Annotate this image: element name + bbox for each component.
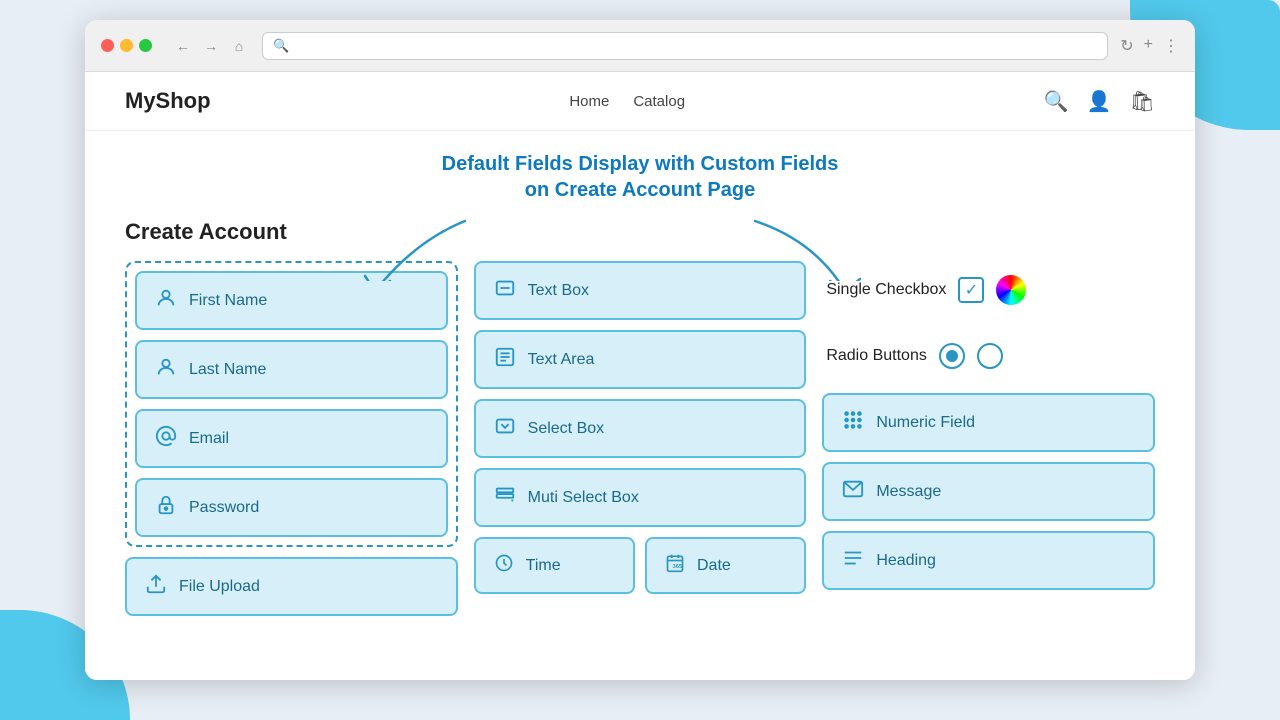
form-grid: First Name Last Name — [125, 261, 1155, 616]
cart-icon[interactable]: 🛍 — [1130, 89, 1155, 114]
text-area-field[interactable]: Text Area — [474, 330, 807, 389]
traffic-lights — [101, 39, 152, 52]
multiselect-icon — [494, 484, 516, 511]
email-field[interactable]: Email — [135, 409, 448, 468]
person-outline-icon — [155, 356, 177, 383]
nav-home[interactable]: Home — [569, 93, 609, 110]
col3-special-fields: Single Checkbox ✓ Radio Buttons — [822, 261, 1155, 590]
checkbox-icon[interactable]: ✓ — [958, 277, 984, 303]
numeric-field[interactable]: Numeric Field — [822, 393, 1155, 452]
lock-icon — [155, 494, 177, 521]
text-box-field[interactable]: Text Box — [474, 261, 807, 320]
password-field[interactable]: Password — [135, 478, 448, 537]
multi-select-field[interactable]: Muti Select Box — [474, 468, 807, 527]
default-fields-group: First Name Last Name — [125, 261, 458, 547]
browser-actions: ↻ + ⋮ — [1120, 36, 1179, 56]
minimize-button[interactable] — [120, 39, 133, 52]
person-icon — [155, 287, 177, 314]
forward-button[interactable]: → — [200, 35, 222, 57]
last-name-field[interactable]: Last Name — [135, 340, 448, 399]
main-area: Default Fields Display with Custom Field… — [85, 131, 1195, 646]
shop-icons: 🔍 👤 🛍 — [1044, 89, 1155, 114]
menu-icon[interactable]: ⋮ — [1163, 36, 1179, 56]
grid-icon — [842, 409, 864, 436]
time-date-row: Time — [474, 537, 807, 594]
shop-nav-links: Home Catalog — [569, 93, 685, 110]
heading-field[interactable]: Heading — [822, 531, 1155, 590]
address-bar[interactable]: 🔍 — [262, 32, 1108, 60]
calendar-icon: 365 — [665, 553, 685, 578]
single-checkbox-label: Single Checkbox — [826, 281, 946, 299]
browser-nav: ← → ⌂ — [172, 35, 250, 57]
col2-custom-fields: Text Box — [474, 261, 807, 594]
maximize-button[interactable] — [139, 39, 152, 52]
lines-icon — [842, 547, 864, 574]
radio-buttons-row: Radio Buttons — [822, 329, 1155, 383]
date-field[interactable]: 365 Date — [645, 537, 806, 594]
back-button[interactable]: ← — [172, 35, 194, 57]
text-icon — [494, 277, 516, 304]
at-icon — [155, 425, 177, 452]
nav-catalog[interactable]: Catalog — [633, 93, 685, 110]
upload-icon — [145, 573, 167, 600]
time-field[interactable]: Time — [474, 537, 635, 594]
svg-text:365: 365 — [673, 564, 683, 570]
message-field[interactable]: Message — [822, 462, 1155, 521]
color-wheel-icon — [996, 275, 1026, 305]
shop-navbar: MyShop Home Catalog 🔍 👤 🛍 — [85, 72, 1195, 131]
page-content: MyShop Home Catalog 🔍 👤 🛍 — [85, 72, 1195, 680]
close-button[interactable] — [101, 39, 114, 52]
select-icon — [494, 415, 516, 442]
user-icon[interactable]: 👤 — [1087, 89, 1112, 114]
textarea-icon — [494, 346, 516, 373]
form-title: Create Account — [125, 219, 1155, 245]
col1-default-fields: First Name Last Name — [125, 261, 458, 616]
new-tab-icon[interactable]: + — [1144, 36, 1153, 56]
first-name-field[interactable]: First Name — [135, 271, 448, 330]
browser-chrome: ← → ⌂ 🔍 ↻ + ⋮ — [85, 20, 1195, 72]
radio-filled-icon[interactable] — [939, 343, 965, 369]
clock-icon — [494, 553, 514, 578]
single-checkbox-row: Single Checkbox ✓ — [822, 261, 1155, 319]
home-button[interactable]: ⌂ — [228, 35, 250, 57]
radio-empty-icon[interactable] — [977, 343, 1003, 369]
search-icon[interactable]: 🔍 — [1044, 89, 1069, 114]
annotation: Default Fields Display with Custom Field… — [125, 151, 1155, 203]
envelope-icon — [842, 478, 864, 505]
radio-buttons-label: Radio Buttons — [826, 347, 927, 365]
reload-icon[interactable]: ↻ — [1120, 36, 1133, 56]
file-upload-field[interactable]: File Upload — [125, 557, 458, 616]
select-box-field[interactable]: Select Box — [474, 399, 807, 458]
shop-logo: MyShop — [125, 88, 211, 114]
annotation-text: Default Fields Display with Custom Field… — [125, 151, 1155, 203]
